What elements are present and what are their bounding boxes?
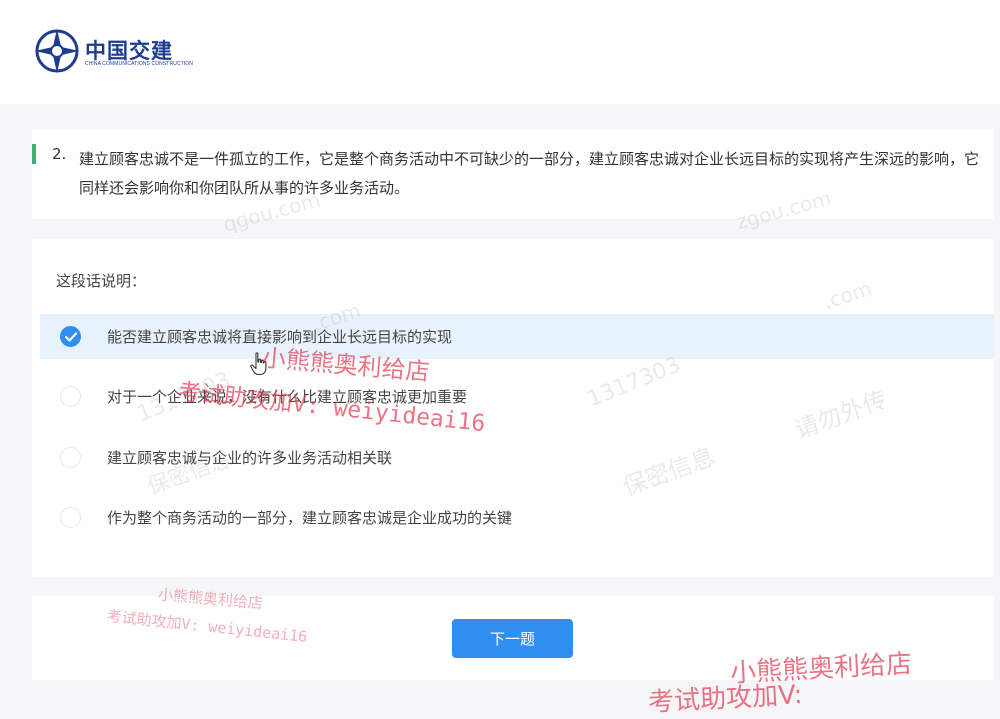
radio-checked-icon[interactable]: [60, 326, 81, 347]
question-text: 建立顾客忠诚不是一件孤立的工作，它是整个商务活动中不可缺少的一部分，建立顾客忠诚…: [79, 150, 980, 197]
company-logo: 中国交建 CHINA COMMUNICATIONS CONSTRUCTION: [33, 27, 193, 79]
option-d[interactable]: 作为整个商务活动的一部分，建立顾客忠诚是企业成功的关键: [40, 495, 994, 540]
watermark-contact: 考试助攻加V:: [647, 679, 804, 719]
option-label: 对于一个企业来说，没有什么比建立顾客忠诚更加重要: [107, 388, 468, 406]
question-prompt: 这段话说明：: [56, 272, 147, 290]
option-c[interactable]: 建立顾客忠诚与企业的许多业务活动相关联: [40, 435, 994, 480]
question-accent-bar: [32, 144, 36, 164]
radio-unchecked-icon[interactable]: [60, 386, 81, 407]
ccc-logo-icon: [35, 29, 79, 73]
option-b[interactable]: 对于一个企业来说，没有什么比建立顾客忠诚更加重要: [40, 374, 994, 419]
logo-text-en: CHINA COMMUNICATIONS CONSTRUCTION: [85, 61, 193, 67]
option-label: 作为整个商务活动的一部分，建立顾客忠诚是企业成功的关键: [107, 509, 513, 527]
option-a[interactable]: 能否建立顾客忠诚将直接影响到企业长远目标的实现: [40, 314, 994, 359]
radio-unchecked-icon[interactable]: [60, 447, 81, 468]
question-card: 2. 建立顾客忠诚不是一件孤立的工作，它是整个商务活动中不可缺少的一部分，建立顾…: [32, 129, 994, 219]
option-label: 能否建立顾客忠诚将直接影响到企业长远目标的实现: [107, 328, 453, 346]
radio-unchecked-icon[interactable]: [60, 507, 81, 528]
options-card: 这段话说明： 能否建立顾客忠诚将直接影响到企业长远目标的实现 对于一个企业来说，…: [32, 239, 994, 577]
option-label: 建立顾客忠诚与企业的许多业务活动相关联: [107, 449, 393, 467]
footer-card: 下一题: [32, 596, 994, 680]
header: 中国交建 CHINA COMMUNICATIONS CONSTRUCTION: [0, 0, 1000, 104]
question-number: 2.: [52, 145, 67, 163]
hand-cursor-icon: [250, 352, 267, 376]
next-question-button[interactable]: 下一题: [452, 619, 573, 658]
